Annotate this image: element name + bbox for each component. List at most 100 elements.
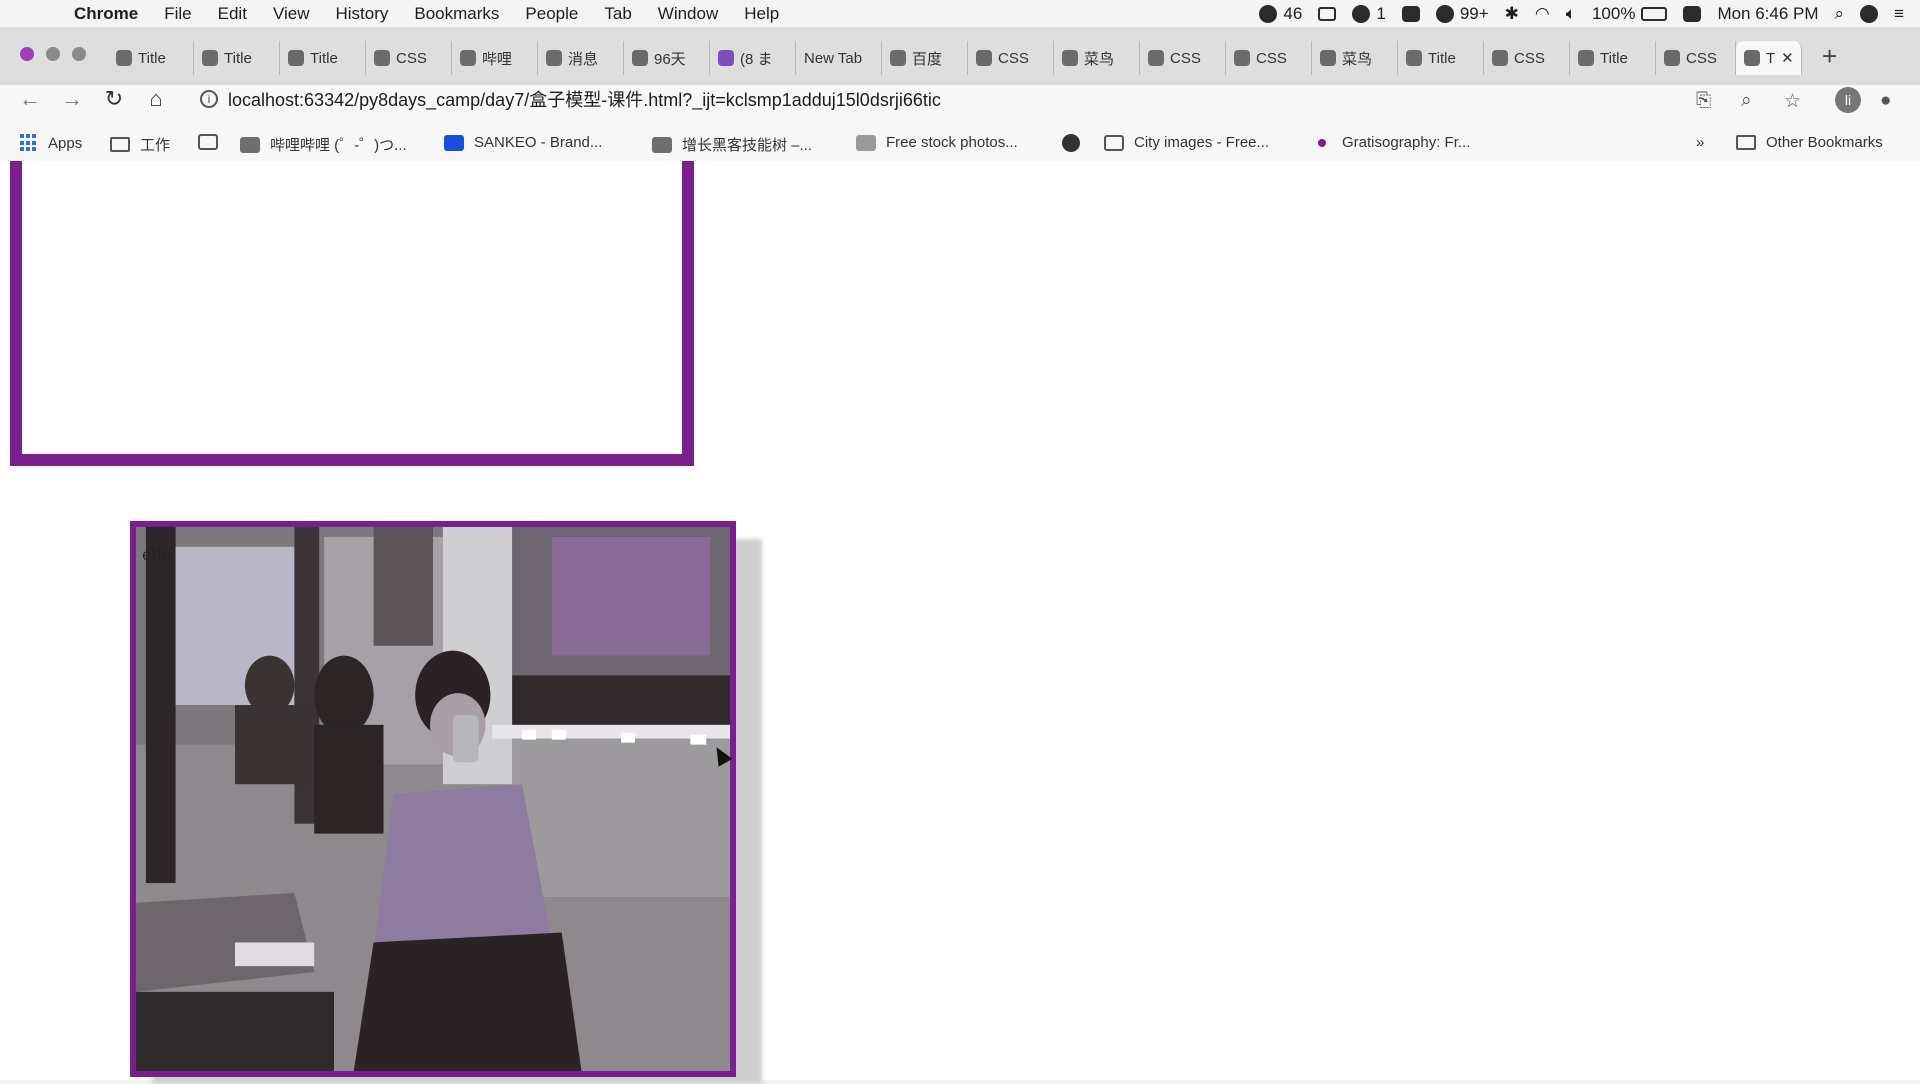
url-text[interactable]: localhost:63342/py8days_camp/day7/盒子模型-课… [228,86,941,112]
menu-bookmarks[interactable]: Bookmarks [414,4,499,24]
tab[interactable]: 菜鸟 [1312,41,1398,75]
back-button[interactable]: ← [16,86,44,112]
bookmark-other[interactable]: Other Bookmarks [1736,134,1883,151]
zoom-window-button[interactable] [72,47,86,61]
translate-icon[interactable]: ⎘ [1696,90,1711,112]
tab-active[interactable]: T ✕ [1736,41,1802,75]
play-icon [1352,4,1371,23]
bracket-icon [198,134,218,150]
favicon-icon [1148,50,1164,66]
spotlight-status[interactable]: ⌕ [1835,4,1845,24]
menu-window[interactable]: Window [658,4,718,24]
favicon-icon [1578,50,1594,66]
favicon-icon [202,50,218,66]
menu-help[interactable]: Help [744,4,779,24]
bookmarks-overflow-button[interactable]: » [1696,134,1704,151]
sogou-status[interactable] [1683,5,1702,22]
photo-icon [856,134,876,151]
siri-icon [1860,4,1879,23]
menu-edit[interactable]: Edit [218,4,247,24]
tab[interactable]: New Tab [796,41,882,75]
browser-tab-strip: Title Title Title CSS 哔哩 消息 96天 (8 ま New… [0,27,1920,85]
tab[interactable]: 菜鸟 [1054,41,1140,75]
menu-history[interactable]: History [335,4,388,24]
menu-view[interactable]: View [273,4,310,24]
tab[interactable]: Title [194,41,280,75]
menu-app-name[interactable]: Chrome [74,4,138,24]
address-bar[interactable]: i localhost:63342/py8days_camp/day7/盒子模型… [200,86,941,112]
folder-icon [110,137,130,152]
tab[interactable]: 哔哩 [452,41,538,75]
tab[interactable]: 消息 [538,41,624,75]
bluetooth-status[interactable]: ✱ [1505,4,1519,24]
tab[interactable]: CSS [1226,41,1312,75]
bilibili-icon [240,136,260,153]
tab[interactable]: CSS [968,41,1054,75]
tab[interactable]: (8 ま [710,41,796,75]
forward-button[interactable]: → [58,86,86,112]
tab[interactable]: Title [280,41,366,75]
bookmark-gratisography[interactable]: Gratisography: Fr... [1312,134,1470,151]
screen-record-status[interactable] [1318,6,1337,21]
siri-status[interactable] [1860,4,1879,23]
bookmark-globe[interactable] [1062,134,1080,152]
tab[interactable]: CSS [1140,41,1226,75]
extension-icon[interactable]: ● [1880,90,1891,112]
wechat-icon [1259,4,1278,23]
bookmark-apps[interactable]: Apps [20,134,82,152]
tab[interactable]: Title [1570,41,1656,75]
reload-button[interactable]: ↻ [100,86,128,112]
screen-record-icon [1318,6,1337,21]
favicon-icon [1062,50,1078,66]
tab[interactable]: Title [1398,41,1484,75]
clock[interactable]: Mon 6:46 PM [1717,4,1818,24]
menu-tab[interactable]: Tab [604,4,631,24]
notification-center[interactable]: ≡ [1894,4,1904,24]
evernote-icon [1401,5,1420,22]
qq-status[interactable]: 99+ [1435,4,1489,24]
profile-avatar[interactable]: li [1835,87,1861,113]
wifi-status[interactable]: ◠ [1535,4,1550,24]
badge-status[interactable]: 1 [1352,4,1386,24]
wechat-status[interactable]: 46 [1259,4,1302,24]
bookmark-item[interactable] [198,134,218,150]
menu-file[interactable]: File [164,4,191,24]
cube-icon [652,136,672,153]
wifi-icon: ◠ [1534,3,1550,23]
evernote-status[interactable] [1401,5,1420,22]
battery-icon [1641,6,1668,21]
qq-icon [1435,4,1454,23]
favicon-icon [116,50,132,66]
info-icon[interactable]: i [200,90,218,108]
home-button[interactable]: ⌂ [142,86,170,112]
bookmark-sankeo[interactable]: SANKEO - Brand... [444,134,602,151]
tab[interactable]: Title [108,41,194,75]
bilibili-icon [546,50,562,66]
bookmark-free-stock[interactable]: Free stock photos... [856,134,1018,151]
battery-status[interactable]: 100% [1592,4,1668,24]
close-window-button[interactable] [20,47,34,61]
baidu-icon [890,50,906,66]
tab[interactable]: CSS [1484,41,1570,75]
close-tab-icon[interactable]: ✕ [1781,49,1794,67]
bookmark-bilibili[interactable]: 哔哩哔哩 (゜-゜)つ... [240,134,407,155]
tab[interactable]: 百度 [882,41,968,75]
tab[interactable]: CSS [366,41,452,75]
tab[interactable]: CSS [1656,41,1736,75]
menu-people[interactable]: People [525,4,578,24]
bookmark-folder-work[interactable]: 工作 [110,134,170,155]
purple-bordered-box [10,161,694,466]
volume-status[interactable]: 🔈︎ [1566,4,1576,24]
tab[interactable]: 96天 [624,41,710,75]
bookmark-star-icon[interactable]: ☆ [1784,90,1801,113]
bookmark-city-images[interactable]: City images - Free... [1104,134,1269,151]
box-text: ello [142,545,172,564]
bookmark-growth-hacker[interactable]: 增长黑客技能树 –... [652,134,812,155]
dot-icon [1318,138,1326,147]
zoom-icon[interactable]: ⌕ [1741,90,1752,112]
new-tab-button[interactable]: + [1822,41,1837,72]
favicon-icon [976,50,992,66]
minimize-window-button[interactable] [46,47,60,61]
cafe-photo [136,527,730,1071]
favicon-icon [1320,50,1336,66]
